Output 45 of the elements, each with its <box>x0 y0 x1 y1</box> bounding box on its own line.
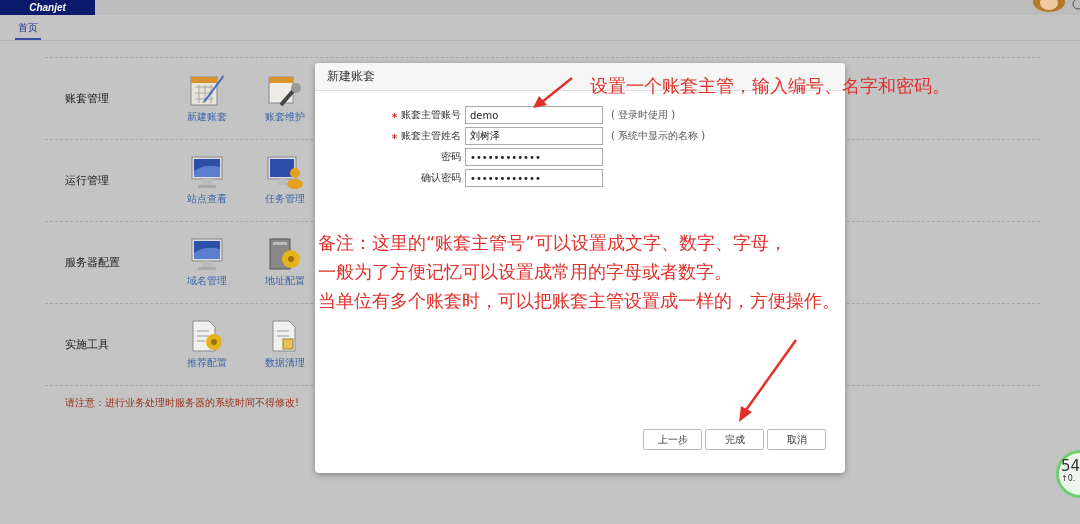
annotation-text: 当单位有多个账套时，可以把账套主管设置成一样的，方便操作。 <box>318 289 840 313</box>
server-gear-icon <box>267 237 303 271</box>
field-label: 账套主管姓名 <box>392 129 465 143</box>
field-label: 确认密码 <box>421 171 462 185</box>
dialog-title: 新建账套 <box>327 68 375 85</box>
function-link[interactable]: 域名管理 <box>187 274 227 288</box>
section-title: 账套管理 <box>64 91 110 106</box>
field-label: 账套主管账号 <box>392 108 465 122</box>
function-link[interactable]: 任务管理 <box>265 192 305 206</box>
dialog-button[interactable]: 完成 <box>705 429 764 450</box>
calendar-pen-icon <box>189 73 225 107</box>
monitor-user-icon <box>267 155 303 189</box>
function-link[interactable]: 站点查看 <box>187 192 227 206</box>
tab[interactable]: 首页 <box>15 21 41 40</box>
function-link[interactable]: 地址配置 <box>265 274 305 288</box>
section-title: 服务器配置 <box>64 255 121 270</box>
section-title: 运行管理 <box>64 173 110 188</box>
annotation-text: 设置一个账套主管，输入编号、名字和密码。 <box>590 74 950 98</box>
annotation-text: 一般为了方便记忆可以设置成常用的字母或者数字。 <box>318 260 733 284</box>
function-link[interactable]: 新建账套 <box>187 110 227 124</box>
field-hint: ( 系统中显示的名称 ) <box>610 129 707 143</box>
dialog-button[interactable]: 取消 <box>767 429 826 450</box>
document-gear-icon <box>189 319 225 353</box>
input-field[interactable]: 刘树泽 <box>465 127 603 145</box>
function-link[interactable]: 数据清理 <box>265 356 305 370</box>
input-field[interactable]: •••••••••••• <box>465 148 603 166</box>
avatar-icon[interactable] <box>1032 0 1066 13</box>
dialog-button[interactable]: 上一步 <box>643 429 702 450</box>
notepad-wrench-icon <box>267 73 303 107</box>
field-hint: ( 登录时使用 ) <box>610 108 677 122</box>
logo: Chanjet <box>0 0 95 15</box>
field-label: 密码 <box>441 150 462 164</box>
input-field[interactable]: demo <box>465 106 603 124</box>
input-field[interactable]: •••••••••••• <box>465 169 603 187</box>
section-title: 实施工具 <box>64 337 110 352</box>
required-mark-icon <box>392 133 397 139</box>
required-mark-icon <box>392 112 397 118</box>
notice-text: 请注意：进行业务处理时服务器的系统时间不得修改! <box>65 397 299 408</box>
annotation-arrow <box>530 76 574 110</box>
function-link[interactable]: 推荐配置 <box>187 356 227 370</box>
network-speed-widget: 54 ↑0. <box>1056 450 1080 498</box>
annotation-text: 备注：这里的“账套主管号”可以设置成文字、数字、字母， <box>318 231 788 255</box>
function-link[interactable]: 账套维护 <box>265 110 305 124</box>
monitor-icon <box>189 155 225 189</box>
monitor-icon <box>189 237 225 271</box>
